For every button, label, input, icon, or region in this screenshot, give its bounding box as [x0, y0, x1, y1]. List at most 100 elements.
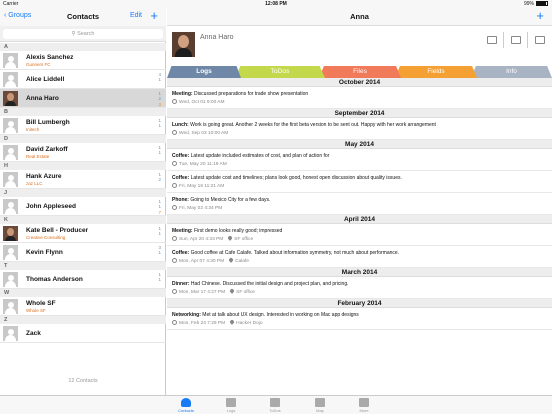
phone-icon[interactable]	[487, 36, 497, 44]
log-description: Latest update included estimates of cost…	[190, 153, 330, 159]
status-time: 12:08 PM	[265, 1, 287, 7]
activity-count: 1	[158, 204, 161, 210]
contact-row[interactable]: Whole SF Whole SF	[0, 297, 166, 316]
contact-photo	[172, 32, 195, 57]
contact-row[interactable]: Anna Haro 1 2 3	[0, 89, 166, 108]
status-bar: Carrier 12:08 PM 99%	[0, 0, 552, 8]
add-contact-button[interactable]: +	[150, 8, 158, 24]
edit-button[interactable]: Edit	[130, 12, 142, 19]
log-entry[interactable]: Coffee: Latest update included estimates…	[167, 149, 552, 171]
contact-header: Anna Haro	[167, 26, 552, 66]
log-meta: Wed, Sep 03 10:00 AM	[172, 130, 228, 136]
tabbar-logs[interactable]: Logs	[216, 398, 246, 413]
month-header: February 2014	[167, 299, 552, 308]
log-entry[interactable]: Dinner: Had Chinese. Discussed the initi…	[167, 277, 552, 299]
log-text: Phone: Going to Mexico City for a few da…	[172, 197, 270, 203]
log-description: Discussed preparations for trade show pr…	[193, 91, 309, 97]
log-meta: Mon, Feb 24 7:29 PM Hacker Dojo	[172, 319, 263, 326]
log-kind: Networking:	[172, 312, 201, 318]
contact-row[interactable]: Alice Liddell 4 1	[0, 70, 166, 89]
activity-counts: 11	[158, 226, 161, 237]
message-icon[interactable]	[511, 36, 521, 44]
log-list[interactable]: October 2014 Meeting: Discussed preparati…	[167, 78, 552, 395]
search-bar: ⚲ Search	[0, 26, 166, 42]
detail-panel: Anna + Anna Haro Logs ToDos Files Fields…	[167, 8, 552, 395]
log-entry[interactable]: Networking: Met at talk about UX design.…	[167, 308, 552, 330]
contact-company: Real Estate	[26, 154, 50, 159]
clock-icon	[172, 130, 177, 135]
activity-count: 3	[158, 101, 161, 107]
log-text: Coffee: Latest update cost and timelines…	[172, 175, 402, 181]
contact-row[interactable]: John Appleseed 1 1 7	[0, 197, 166, 216]
contact-row[interactable]: Bill Lumbergh Initech 1 1	[0, 116, 166, 135]
log-meta: Sun, Apr 20 4:33 PM SF office	[172, 235, 253, 242]
tabbar-label: More	[359, 408, 369, 413]
tab-logs[interactable]: Logs	[167, 66, 241, 78]
contact-list[interactable]: A Alexis Sanchez Gunners FC Alice Liddell 4 1…	[0, 43, 166, 373]
tab-info[interactable]: Info	[471, 66, 552, 78]
log-entry[interactable]: Phone: Going to Mexico City for a few da…	[167, 193, 552, 215]
log-time: Fri, May 02 4:34 PM	[179, 206, 223, 211]
log-text: Meeting: Discussed preparations for trad…	[172, 91, 308, 97]
tabbar-label: Logs	[226, 408, 236, 413]
avatar	[3, 199, 18, 214]
tabbar-more[interactable]: More	[349, 398, 379, 413]
tab-fields[interactable]: Fields	[395, 66, 477, 78]
contact-row[interactable]: Zack	[0, 324, 166, 343]
month-header: April 2014	[167, 215, 552, 224]
contact-row[interactable]: Kevin Flynn 3 1	[0, 243, 166, 262]
activity-counts: 11	[158, 118, 161, 129]
log-meta: Tue, May 20 11:19 AM	[172, 161, 227, 167]
tabbar-contacts[interactable]: Contacts	[171, 398, 201, 413]
contact-row[interactable]: Hank Azure zaz LLC 1 2	[0, 170, 166, 189]
clock-icon	[172, 258, 177, 263]
location-pin-icon	[228, 257, 234, 263]
log-time: Fri, May 16 11:21 AM	[179, 184, 225, 189]
avatar	[3, 326, 18, 341]
log-time: Sun, Apr 20 4:33 PM	[179, 237, 224, 242]
search-placeholder: Search	[77, 31, 95, 37]
log-description: Had Chinese. Discussed the initial desig…	[190, 281, 349, 287]
log-description: First demo looks really good; impressed	[193, 228, 283, 234]
log-entry[interactable]: Lunch: Work is going great. Another 2 we…	[167, 118, 552, 140]
tab-files[interactable]: Files	[319, 66, 401, 78]
contact-name: Anna Haro	[26, 95, 59, 102]
search-input[interactable]: ⚲ Search	[3, 29, 163, 39]
log-place: Hacker Dojo	[236, 321, 263, 326]
contact-name: Kevin Flynn	[26, 249, 63, 256]
tabbar-label: Map	[316, 408, 324, 413]
log-kind: Coffee:	[172, 153, 190, 159]
log-entry[interactable]: Coffee: Good coffee at Cafe Calafe. Talk…	[167, 246, 552, 268]
avatar	[3, 299, 18, 314]
log-entry[interactable]: Coffee: Latest update cost and timelines…	[167, 171, 552, 193]
contact-row[interactable]: Alexis Sanchez Gunners FC	[0, 51, 166, 70]
tab-todos[interactable]: ToDos	[235, 66, 325, 78]
tabbar-todos[interactable]: ToDos	[260, 398, 290, 413]
activity-count: 1	[158, 77, 161, 83]
contact-name: Alice Liddell	[26, 76, 65, 83]
log-kind: Lunch:	[172, 122, 189, 128]
log-entry[interactable]: Meeting: First demo looks really good; i…	[167, 224, 552, 246]
contact-row[interactable]: Thomas Anderson 1 1	[0, 270, 166, 289]
tabbar-map[interactable]: Map	[305, 398, 335, 413]
activity-count: 1	[158, 277, 161, 283]
log-kind: Phone:	[172, 197, 189, 203]
contact-row[interactable]: Kate Bell - Producer Creative Consulting 1…	[0, 224, 166, 243]
contacts-icon	[181, 398, 191, 407]
log-place: SF office	[236, 290, 255, 295]
month-header: May 2014	[167, 140, 552, 149]
avatar	[3, 118, 18, 133]
contact-row[interactable]: David Zarkoff Real Estate 1 1	[0, 143, 166, 162]
logs-icon	[226, 398, 236, 407]
log-text: Meeting: First demo looks really good; i…	[172, 228, 282, 234]
log-meta: Mon, Mar 17 4:27 PM SF office	[172, 288, 255, 295]
detail-tabs: Logs ToDos Files Fields Info	[167, 66, 552, 78]
log-entry[interactable]: Meeting: Discussed preparations for trad…	[167, 87, 552, 109]
contact-count: 12 Contacts	[68, 378, 98, 384]
log-kind: Meeting:	[172, 228, 193, 234]
add-log-button[interactable]: +	[536, 8, 544, 24]
contact-name: Zack	[26, 330, 41, 337]
activity-count: 1	[158, 123, 161, 129]
email-icon[interactable]	[535, 36, 545, 44]
contact-name: David Zarkoff	[26, 146, 68, 153]
